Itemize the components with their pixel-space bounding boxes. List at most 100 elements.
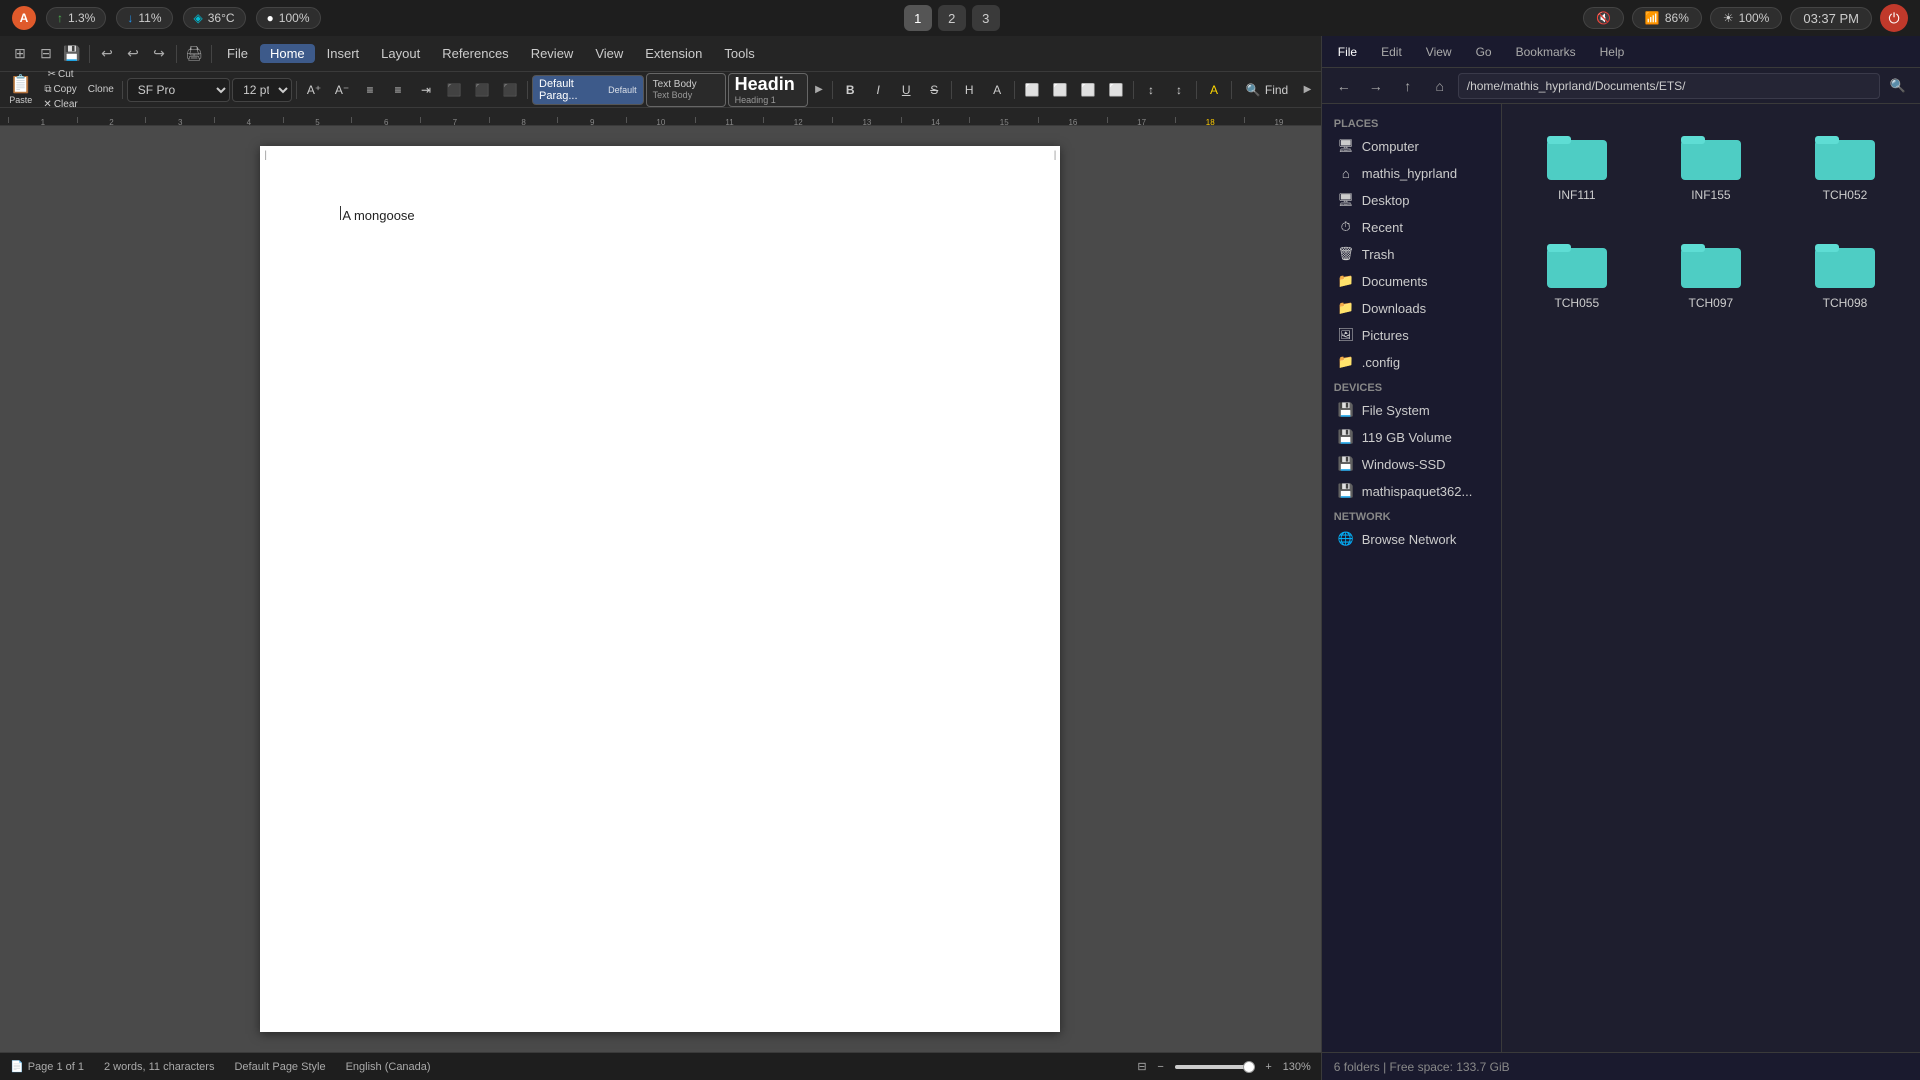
menu-file[interactable]: File bbox=[217, 44, 258, 63]
folder-INF155[interactable]: INF155 bbox=[1652, 120, 1770, 212]
print-icon-btn[interactable]: 🖨 bbox=[182, 42, 206, 66]
sidebar-item-mathispaquet[interactable]: 💾 mathispaquet362... bbox=[1326, 478, 1497, 504]
sidebar-item-computer[interactable]: 🖥 Computer bbox=[1326, 133, 1497, 159]
fm-tab-view[interactable]: View bbox=[1418, 41, 1460, 63]
zoom-minus-btn[interactable]: − bbox=[1153, 1059, 1169, 1075]
list-unordered-btn[interactable]: ≡ bbox=[357, 77, 383, 103]
styles-more-btn[interactable]: ▶ bbox=[810, 77, 829, 103]
fm-home-btn[interactable]: ⌂ bbox=[1426, 72, 1454, 100]
style-heading[interactable]: Headin Heading 1 bbox=[728, 73, 808, 107]
strikethrough-btn[interactable]: S bbox=[921, 77, 947, 103]
justify-btn[interactable]: ⬜ bbox=[1103, 77, 1129, 103]
decrease-font-btn[interactable]: A⁻ bbox=[329, 77, 355, 103]
paste-button[interactable]: 📋 Paste bbox=[4, 77, 37, 103]
copy-button[interactable]: ⧉ Copy bbox=[39, 83, 81, 97]
folder-TCH097[interactable]: TCH097 bbox=[1652, 228, 1770, 320]
increase-font-btn[interactable]: A⁺ bbox=[301, 77, 327, 103]
fm-main-area[interactable]: INF111 INF155 bbox=[1502, 104, 1920, 1052]
sidebar-item-browse-network[interactable]: 🌐 Browse Network bbox=[1326, 526, 1497, 552]
power-button[interactable]: ⏻ bbox=[1880, 4, 1908, 32]
sidebar-item-filesystem[interactable]: 💾 File System bbox=[1326, 397, 1497, 423]
fm-forward-btn[interactable]: → bbox=[1362, 72, 1390, 100]
sidebar-item-recent[interactable]: ⏱ Recent bbox=[1326, 214, 1497, 240]
fm-tab-help[interactable]: Help bbox=[1592, 41, 1633, 63]
menu-references[interactable]: References bbox=[432, 44, 518, 63]
sidebar-item-documents[interactable]: 📁 Documents bbox=[1326, 268, 1497, 294]
menu-home[interactable]: Home bbox=[260, 44, 315, 63]
cut-button[interactable]: ✂ Cut bbox=[39, 68, 81, 82]
align-center-btn[interactable]: ⬛ bbox=[469, 77, 495, 103]
indent-btn[interactable]: ⇥ bbox=[413, 77, 439, 103]
fm-tab-edit[interactable]: Edit bbox=[1373, 41, 1410, 63]
line-spacing-btn[interactable]: ↕ bbox=[1138, 77, 1164, 103]
align-right-text-btn[interactable]: ⬜ bbox=[1075, 77, 1101, 103]
zoom-slider[interactable] bbox=[1175, 1065, 1255, 1069]
fm-path-bar[interactable]: /home/mathis_hyprland/Documents/ETS/ bbox=[1458, 73, 1880, 99]
sidebar-item-pictures[interactable]: 🖼 Pictures bbox=[1326, 322, 1497, 348]
align-left-btn[interactable]: ⬛ bbox=[441, 77, 467, 103]
computer-label: Computer bbox=[1362, 139, 1419, 154]
undo2-icon-btn[interactable]: ↩ bbox=[121, 42, 145, 66]
sidebar-item-home[interactable]: ⌂ mathis_hyprland bbox=[1326, 160, 1497, 186]
workspace-3[interactable]: 3 bbox=[972, 5, 1000, 31]
workspace-1[interactable]: 1 bbox=[904, 5, 932, 31]
fm-tab-go[interactable]: Go bbox=[1468, 41, 1500, 63]
style-textbody[interactable]: Text Body Text Body bbox=[646, 73, 726, 107]
brightness-value: 100% bbox=[1739, 11, 1770, 25]
menu-review[interactable]: Review bbox=[521, 44, 584, 63]
zoom-plus-btn[interactable]: + bbox=[1261, 1059, 1277, 1075]
align-left-text-btn[interactable]: ⬜ bbox=[1019, 77, 1045, 103]
grid-icon-btn[interactable]: ⊞ bbox=[8, 42, 32, 66]
toolbar-more-btn[interactable]: ▶ bbox=[1298, 77, 1317, 103]
panels-icon-btn[interactable]: ⊟ bbox=[34, 42, 58, 66]
redo-icon-btn[interactable]: ↪ bbox=[147, 42, 171, 66]
fm-tab-bookmarks[interactable]: Bookmarks bbox=[1508, 41, 1584, 63]
font-size-select[interactable]: 12 pt bbox=[232, 78, 292, 102]
folder-TCH055[interactable]: TCH055 bbox=[1518, 228, 1636, 320]
wifi-status[interactable]: 📶 86% bbox=[1632, 7, 1702, 29]
fm-tab-file[interactable]: File bbox=[1330, 41, 1365, 63]
save-icon-btn[interactable]: 💾 bbox=[60, 42, 84, 66]
bg-color-btn[interactable]: A bbox=[1201, 77, 1227, 103]
folder-TCH052[interactable]: TCH052 bbox=[1786, 120, 1904, 212]
fm-search-btn[interactable]: 🔍 bbox=[1884, 72, 1912, 100]
sidebar-item-trash[interactable]: 🗑 Trash bbox=[1326, 241, 1497, 267]
app-logo[interactable]: A bbox=[12, 6, 36, 30]
align-center-text-btn[interactable]: ⬜ bbox=[1047, 77, 1073, 103]
highlight-btn[interactable]: H bbox=[956, 77, 982, 103]
align-right-btn[interactable]: ⬛ bbox=[497, 77, 523, 103]
menu-extension[interactable]: Extension bbox=[635, 44, 712, 63]
document-content[interactable]: A mongoose bbox=[340, 206, 980, 223]
workspace-2[interactable]: 2 bbox=[938, 5, 966, 31]
sidebar-item-windows-ssd[interactable]: 💾 Windows-SSD bbox=[1326, 451, 1497, 477]
toolbar-sep-1 bbox=[122, 81, 123, 99]
sidebar-item-downloads[interactable]: 📁 Downloads bbox=[1326, 295, 1497, 321]
fm-back-btn[interactable]: ← bbox=[1330, 72, 1358, 100]
list-ordered-btn[interactable]: ≡ bbox=[385, 77, 411, 103]
brightness-control[interactable]: ☀ 100% bbox=[1710, 7, 1782, 29]
battery-pill: ● 100% bbox=[256, 7, 321, 29]
menu-insert[interactable]: Insert bbox=[317, 44, 370, 63]
folder-INF111[interactable]: INF111 bbox=[1518, 120, 1636, 212]
fm-up-btn[interactable]: ↑ bbox=[1394, 72, 1422, 100]
menu-view[interactable]: View bbox=[585, 44, 633, 63]
menu-layout[interactable]: Layout bbox=[371, 44, 430, 63]
undo-icon-btn[interactable]: ↩ bbox=[95, 42, 119, 66]
sidebar-item-desktop[interactable]: 🖥 Desktop bbox=[1326, 187, 1497, 213]
find-button[interactable]: 🔍 Find bbox=[1238, 77, 1296, 103]
folder-TCH098[interactable]: TCH098 bbox=[1786, 228, 1904, 320]
document-area[interactable]: | | A mongoose bbox=[0, 126, 1321, 1052]
italic-btn[interactable]: I bbox=[865, 77, 891, 103]
mute-button[interactable]: 🔇 bbox=[1583, 7, 1624, 29]
sidebar-item-config[interactable]: 📁 .config bbox=[1326, 349, 1497, 375]
para-spacing-btn[interactable]: ↕ bbox=[1166, 77, 1192, 103]
document-page[interactable]: | | A mongoose bbox=[260, 146, 1060, 1032]
bold-btn[interactable]: B bbox=[837, 77, 863, 103]
menu-tools[interactable]: Tools bbox=[714, 44, 764, 63]
font-color-btn[interactable]: A bbox=[984, 77, 1010, 103]
font-family-select[interactable]: SF Pro bbox=[127, 78, 230, 102]
sidebar-item-119gb[interactable]: 💾 119 GB Volume bbox=[1326, 424, 1497, 450]
underline-btn[interactable]: U bbox=[893, 77, 919, 103]
style-default[interactable]: Default Parag... Default bbox=[532, 75, 644, 105]
clone-button[interactable]: Clone bbox=[84, 83, 118, 97]
